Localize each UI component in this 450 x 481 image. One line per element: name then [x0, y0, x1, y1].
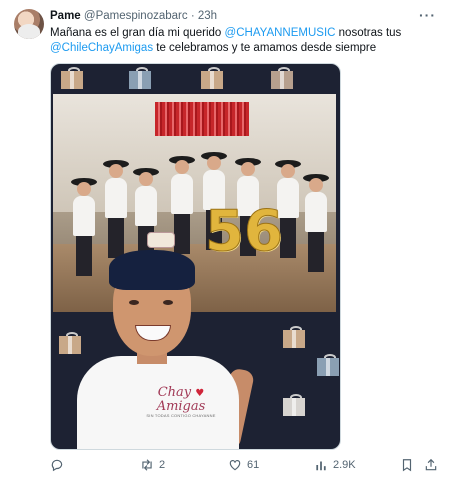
separator-dot: ·	[190, 10, 195, 22]
gift-decoration	[283, 326, 305, 348]
bookmark-icon	[402, 459, 412, 472]
author-handle[interactable]: @Pamespinozabarc	[84, 10, 188, 22]
mention-link[interactable]: @CHAYANNEMUSIC	[225, 27, 336, 39]
mention-link[interactable]: @ChileChayAmigas	[50, 42, 153, 54]
like-count: 61	[247, 459, 260, 471]
gift-decoration	[201, 67, 223, 89]
repost-button[interactable]: 2	[140, 458, 165, 472]
post-text-part: Mañana es el gran día mi querido	[50, 27, 225, 39]
reply-icon	[51, 459, 63, 472]
views-count: 2.9K	[333, 459, 356, 471]
shirt-logo-line1: Chay	[157, 385, 192, 400]
shirt-logo-line2: Amigas	[156, 399, 206, 414]
post-text-part: nosotras tus	[335, 27, 402, 39]
more-options-icon[interactable]: ···	[419, 7, 436, 23]
gift-decoration	[271, 67, 293, 89]
like-icon	[229, 460, 241, 471]
reply-button[interactable]	[50, 458, 69, 472]
bookmark-button[interactable]	[400, 458, 414, 472]
gift-decoration	[61, 67, 83, 89]
author-name[interactable]: Pame	[50, 10, 81, 22]
like-button[interactable]: 61	[228, 458, 259, 472]
post-text: Mañana es el gran día mi querido @CHAYAN…	[50, 26, 410, 56]
tweet-post: Pame @Pamespinozabarc · 23h ··· Mañana e…	[0, 0, 450, 481]
post-header: Pame @Pamespinozabarc · 23h	[50, 9, 217, 24]
views-icon	[316, 461, 326, 471]
action-bar: 2 61 2.9K	[50, 458, 440, 474]
post-timestamp[interactable]: 23h	[198, 10, 217, 22]
avatar[interactable]	[14, 9, 44, 39]
man-selfie: Chay ♥ Amigas SIN TODAS CONTIGO CHAYANNE	[55, 214, 260, 449]
gift-decoration	[317, 354, 339, 376]
share-icon	[425, 458, 437, 471]
gift-decoration	[283, 394, 305, 416]
repost-icon	[142, 459, 152, 471]
heart-icon: ♥	[195, 388, 205, 399]
repost-count: 2	[159, 459, 166, 471]
shirt-logo-sub: SIN TODAS CONTIGO CHAYANNE	[146, 413, 216, 418]
gift-decoration	[129, 67, 151, 89]
post-text-part: te celebramos y te amamos desde siempre	[153, 42, 377, 54]
tinsel-curtain	[155, 102, 249, 136]
views-button[interactable]: 2.9K	[314, 458, 356, 472]
shirt-logo: Chay ♥ Amigas SIN TODAS CONTIGO CHAYANNE	[133, 386, 229, 418]
share-button[interactable]	[424, 458, 438, 472]
post-image[interactable]: 56 Chay ♥ Amigas SIN TODAS CONTIGO CHAYA…	[50, 63, 341, 450]
